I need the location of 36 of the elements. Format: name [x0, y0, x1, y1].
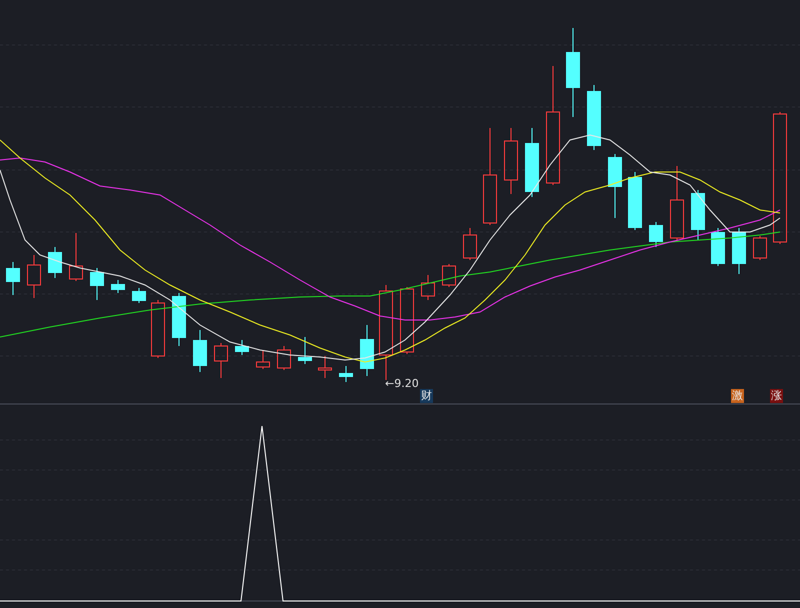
candlestick: [400, 286, 414, 354]
signal-marker: 涨: [770, 389, 783, 403]
candlestick: [318, 356, 332, 378]
candlestick: [193, 330, 207, 372]
candlestick: [421, 274, 435, 300]
candlestick: [214, 342, 228, 378]
candlestick: [442, 264, 456, 288]
candlestick: [525, 128, 539, 198]
candlestick: [753, 236, 767, 260]
candlestick: [111, 280, 125, 294]
candlestick: [172, 292, 186, 346]
candlestick: [256, 350, 270, 370]
candlestick: [6, 262, 20, 296]
candlestick: [235, 340, 249, 356]
price-label: ←9.20: [385, 377, 419, 391]
candlestick: [277, 346, 291, 370]
signal-marker: 激: [731, 389, 744, 403]
candlestick: [69, 232, 83, 282]
candlestick: [339, 366, 353, 382]
candlestick: [48, 246, 62, 278]
candlestick: [711, 228, 725, 266]
candlestick: [90, 268, 104, 300]
candlestick: [27, 254, 41, 298]
candlestick: [298, 336, 312, 364]
candlestick: [132, 288, 146, 304]
candlestick: [649, 222, 663, 248]
candlestick: [587, 84, 601, 150]
candlestick: [608, 154, 622, 218]
candlestick: [691, 190, 705, 240]
candlestick: [360, 324, 374, 376]
candlestick: [151, 300, 165, 358]
signal-marker: 财: [420, 389, 433, 403]
candlestick: [628, 172, 642, 230]
candlestick: [504, 128, 518, 194]
candlestick: [732, 228, 746, 274]
candlestick: [463, 228, 477, 260]
